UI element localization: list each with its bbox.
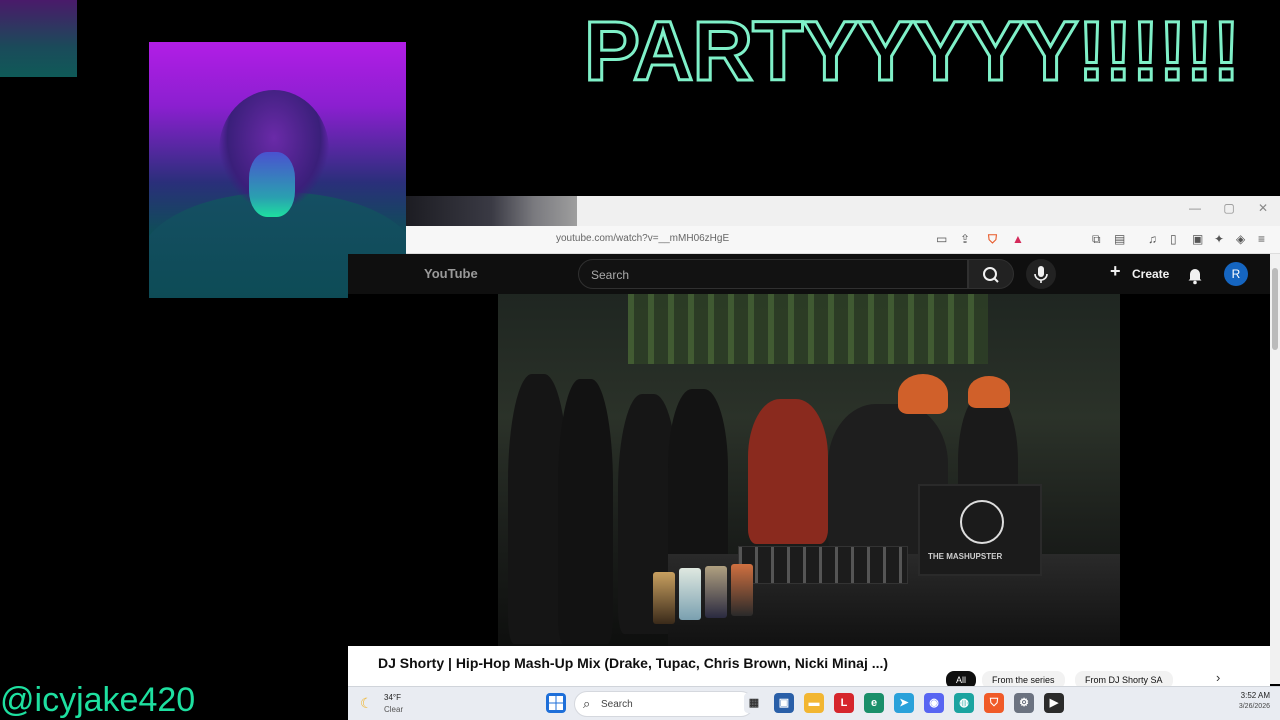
vpn-icon[interactable]: ◈ [1236,232,1245,246]
chevron-right-icon[interactable]: › [1216,670,1220,685]
create-button[interactable]: + Create [1108,261,1170,287]
url-text[interactable]: youtube.com/watch?v=__mMH06zHgE [556,233,729,244]
start-button[interactable] [546,693,566,713]
search-button[interactable] [968,259,1014,289]
search-icon [983,267,999,283]
notifications-button[interactable] [1184,264,1206,286]
dancer-plaid [748,399,828,544]
screen: PARTYYYYY!!!!!! @icyjake420 — ▢ ✕ youtub… [0,0,1280,720]
create-label: Create [1132,267,1170,281]
clock[interactable]: 3:52 AM 3/26/2026 [1220,691,1270,710]
taskbar-search-label: Search [601,699,633,710]
dj-hat [898,374,948,414]
overlay-handle: @icyjake420 [0,681,196,719]
laptop-text: THE MASHUPSTER [928,552,1003,561]
clock-date: 3/26/2026 [1238,703,1270,710]
search-icon: ⌕ [583,696,591,711]
youtube-header: YouTube Search + Create R [348,254,1280,294]
overlay-title: PARTYYYYY!!!!!! [584,6,1242,96]
media-player-icon[interactable]: ▶ [1044,693,1064,713]
can-2 [679,568,701,620]
leo-icon[interactable]: ✦ [1214,232,1224,246]
cast-icon[interactable]: ▭ [936,232,947,246]
share-icon[interactable]: ⇪ [960,232,970,246]
video-info: DJ Shorty | Hip-Hop Mash-Up Mix (Drake, … [348,646,1270,689]
laptop: THE MASHUPSTER [918,484,1042,576]
taskbar-search[interactable]: ⌕ Search [574,691,754,717]
maximize-button[interactable]: ▢ [1212,201,1246,215]
webcam-thumbnail [0,0,77,77]
extensions-icon[interactable]: ⧉ [1092,232,1101,247]
search-placeholder: Search [591,268,630,282]
app-l-icon[interactable]: L [834,693,854,713]
edge-icon[interactable]: e [864,693,884,713]
task-view-icon[interactable]: ▦ [744,693,764,713]
windows-icon [549,696,563,710]
hanging-plants [628,294,988,364]
page-scrollbar[interactable] [1270,254,1280,684]
microphone-icon [1034,266,1048,283]
close-button[interactable]: ✕ [1246,201,1280,215]
media-icon[interactable]: ♫ [1148,232,1157,246]
wallet-icon[interactable]: ▣ [1192,232,1203,246]
file-explorer-icon[interactable]: ▬ [804,693,824,713]
youtube-logo[interactable]: YouTube [424,266,478,281]
address-bar[interactable]: youtube.com/watch?v=__mMH06zHgE ▭ ⇪ ⛉ ▲ … [406,226,1280,254]
search-input[interactable]: Search [578,259,968,289]
dancer-2 [558,379,613,644]
video-player[interactable]: THE MASHUPSTER [348,294,1270,646]
bell-icon [1188,269,1202,285]
obs-icon[interactable]: ◍ [954,693,974,713]
minimize-button[interactable]: — [1178,201,1212,215]
avatar[interactable]: R [1224,262,1248,286]
discord-icon[interactable]: ◉ [924,693,944,713]
laptop-logo [960,500,1004,544]
video-frame[interactable]: THE MASHUPSTER [498,294,1120,646]
dancer-right-hat [968,376,1010,408]
settings-icon[interactable]: ⚙ [1014,693,1034,713]
scrollbar-thumb[interactable] [1272,268,1278,350]
weather-temp: 34°F [384,693,401,702]
brave-icon[interactable]: ⛉ [984,693,1004,713]
weather-condition: Clear [384,705,404,714]
taskbar: ☾ 34°F Clear ⌕ Search ▦ ▣ ▬ L e ➤ ◉ ◍ ⛉ … [348,686,1280,720]
brave-rewards-icon[interactable]: ▲ [1012,232,1024,246]
can-1 [653,572,675,624]
webcam-figure-face [249,152,295,217]
voice-search-button[interactable] [1026,259,1056,289]
video-title: DJ Shorty | Hip-Hop Mash-Up Mix (Drake, … [378,655,889,671]
reader-icon[interactable]: ▤ [1114,232,1125,246]
can-3 [705,566,727,618]
browser-window: — ▢ ✕ youtube.com/watch?v=__mMH06zHgE ▭ … [348,196,1280,689]
menu-icon[interactable]: ≡ [1258,232,1265,246]
telegram-icon[interactable]: ➤ [894,693,914,713]
brave-shield-icon[interactable]: ⛉ [988,232,997,247]
plus-icon: + [1110,261,1121,281]
moon-icon: ☾ [360,695,373,711]
clock-time: 3:52 AM [1240,691,1270,700]
dj-mixer [738,546,908,584]
browser-titlebar: — ▢ ✕ [406,196,1280,254]
store-icon[interactable]: ▣ [774,693,794,713]
sidebar-icon[interactable]: ▯ [1170,232,1177,246]
can-4 [731,564,753,616]
